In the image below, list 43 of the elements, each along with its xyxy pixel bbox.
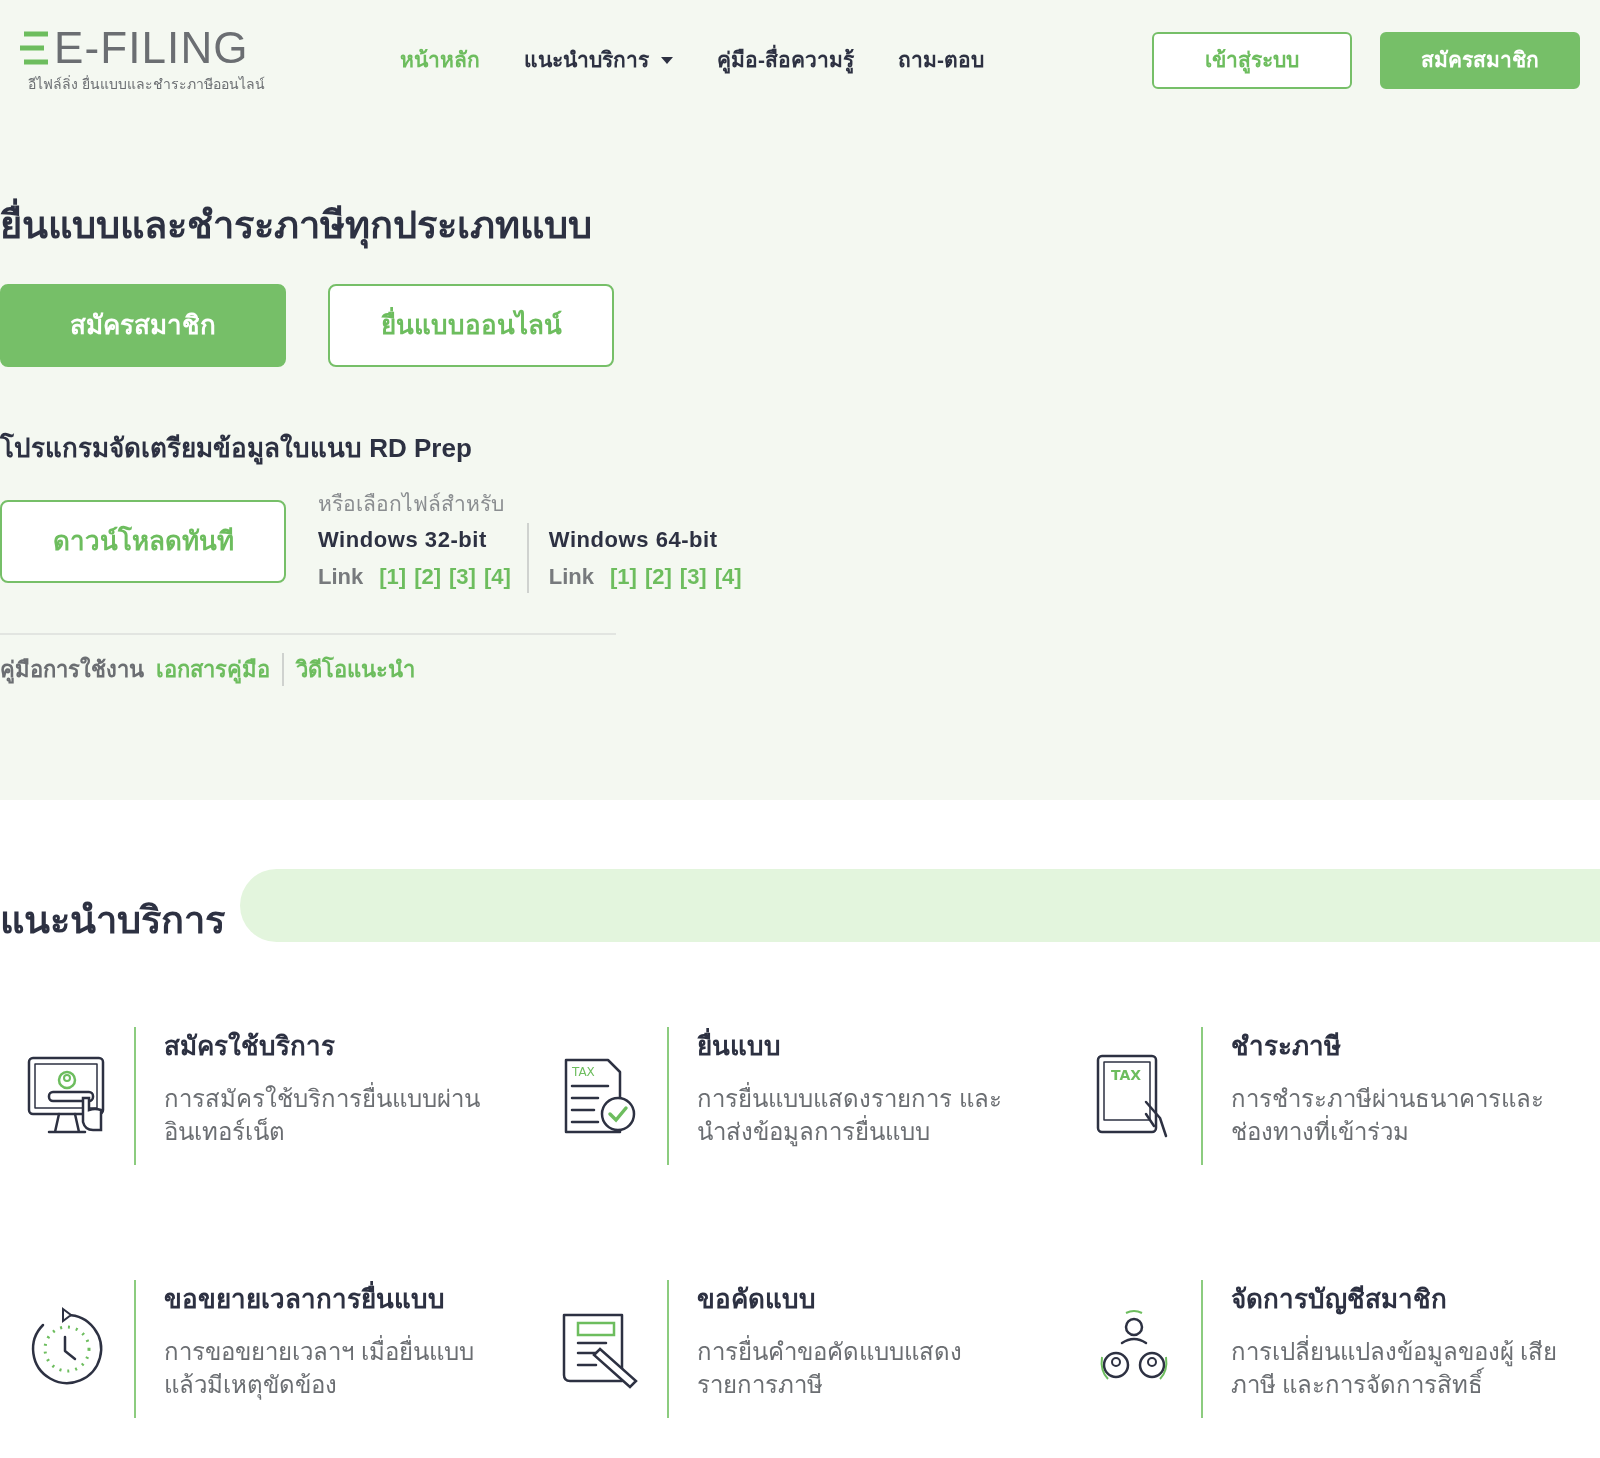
logo-tagline: อีไฟล์ลิ่ง ยื่นแบบและชำระภาษีออนไลน์ <box>27 74 266 94</box>
service-title: ยื่นแบบ <box>697 1027 1033 1066</box>
manual-link[interactable]: วิดีโอแนะนำ <box>282 653 415 686</box>
nav-link[interactable]: ถาม-ตอบ <box>898 44 984 76</box>
link-label: Link <box>318 563 364 591</box>
register-button[interactable]: สมัครสมาชิก <box>1380 31 1580 89</box>
service-title: จัดการบัญชีสมาชิก <box>1230 1283 1448 1317</box>
service-title: สมัครใช้บริการ <box>164 1030 336 1063</box>
service-title: ชำระภาษี <box>1230 1030 1342 1063</box>
service-description: การชำระภาษีผ่านธนาคารและ ช่องทางที่เข้าร่วม <box>1230 1084 1545 1147</box>
caret-icon <box>661 56 673 64</box>
manual-label: คู่มือการใช้งาน <box>0 655 144 686</box>
service-title: ขอคัดแบบ <box>697 1283 818 1316</box>
manual-link[interactable]: เอกสารคู่มือ <box>156 653 270 686</box>
download-link[interactable]: [4] <box>714 560 742 593</box>
service-description: การยื่นแบบแสดงรายการ และ นำส่งข้อมูลการยื่นแบบ <box>697 1082 1033 1148</box>
nav-link[interactable]: คู่มือ-สื่อความรู้ <box>717 44 854 76</box>
section-title: แนะนำบริการ <box>0 898 226 943</box>
logo-wordmark: E-FILING <box>54 25 249 70</box>
service-description: การยื่นคำขอคัดแบบแสดง รายการภาษี <box>697 1335 1033 1401</box>
choose-file-label: หรือเลือกไฟล์สำหรับ <box>318 490 505 517</box>
link-label: Link <box>548 563 595 591</box>
service-title: ขอขยายเวลาการยื่นแบบ <box>164 1280 499 1319</box>
download-link[interactable]: [4] <box>483 560 511 593</box>
platform-name: Windows 64-bit <box>548 526 719 554</box>
service-description: การเปลี่ยนแปลงข้อมูลของผู้ เสียภาษี และการจัดการสิทธิ์ <box>1230 1335 1566 1401</box>
rdprep-title: โปรแกรมจัดเตรียมข้อมูลใบแนบ RD Prep <box>0 431 473 467</box>
service-description: การสมัครใช้บริการยื่นแบบผ่าน อินเทอร์เน็ต <box>164 1082 499 1148</box>
nav-link[interactable]: หน้าหลัก <box>400 44 480 76</box>
download-link[interactable]: [1] <box>379 560 407 593</box>
service-description: การขอขยายเวลาฯ เมื่อยื่นแบบ แล้วมีเหตุขัดข้อง <box>164 1335 499 1401</box>
login-button[interactable]: เข้าสู่ระบบ <box>1152 31 1352 89</box>
logo-lines-icon <box>20 29 50 66</box>
nav-link[interactable]: แนะนำบริการ <box>524 44 673 76</box>
download-button[interactable]: ดาวน์โหลดทันที <box>0 499 286 583</box>
file-online-button[interactable]: ยื่นแบบออนไลน์ <box>328 283 614 367</box>
download-link[interactable]: [3] <box>449 560 476 593</box>
register-button[interactable]: สมัครสมาชิก <box>0 283 286 367</box>
download-link[interactable]: [1] <box>610 560 637 593</box>
download-link[interactable]: [3] <box>679 560 707 593</box>
download-link[interactable]: [2] <box>414 560 441 593</box>
platform-name: Windows 32-bit <box>318 526 488 554</box>
download-link[interactable]: [2] <box>644 560 672 593</box>
